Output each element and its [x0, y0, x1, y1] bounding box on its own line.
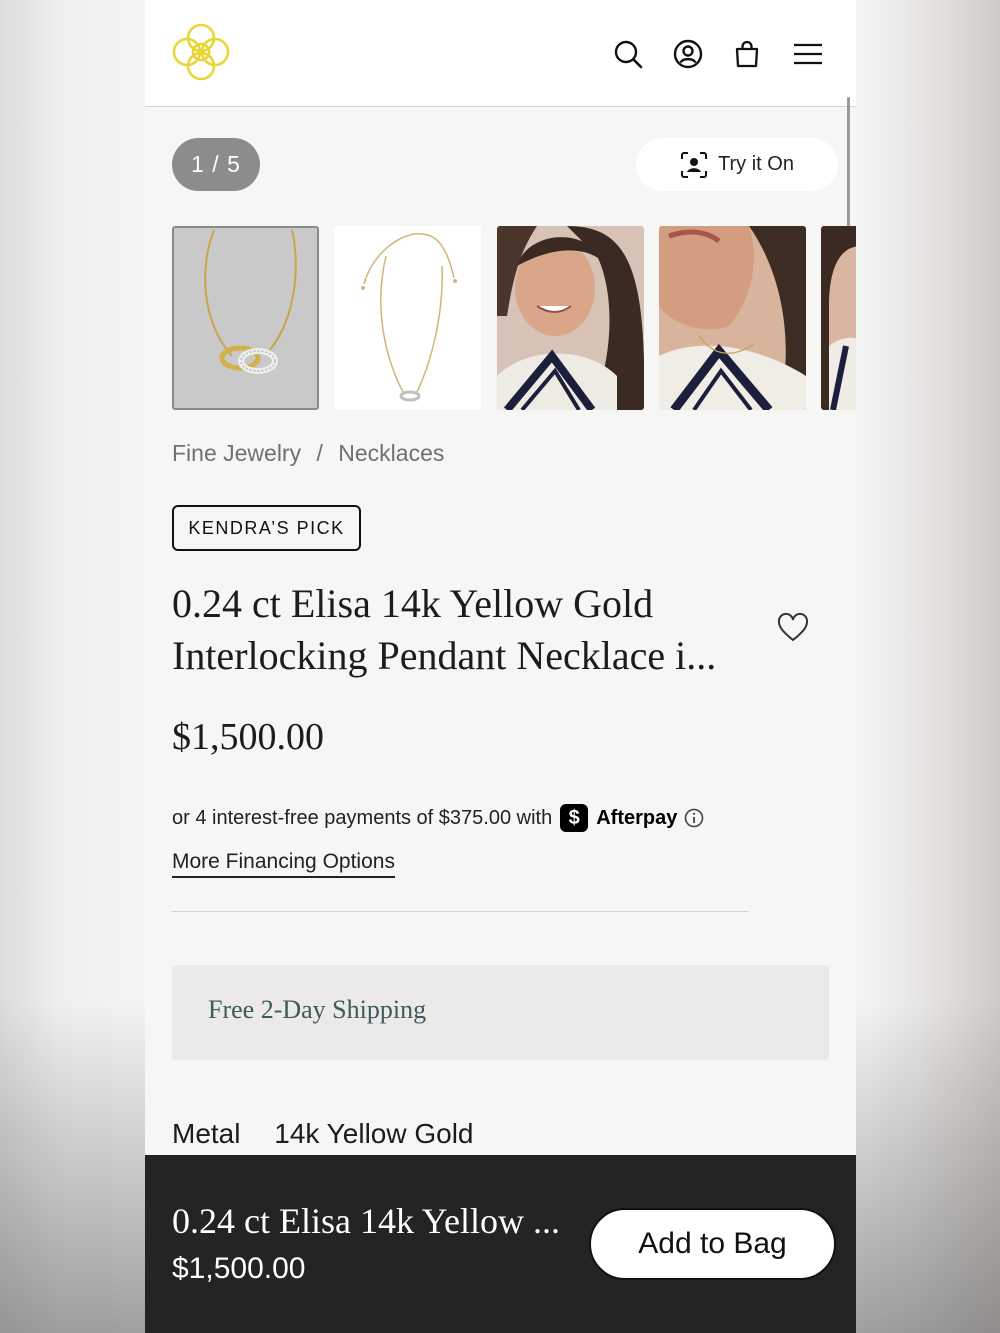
divider	[172, 911, 748, 912]
logo[interactable]	[171, 22, 231, 82]
afterpay-logo-icon: $	[560, 804, 589, 832]
necklace-full-image	[334, 226, 481, 410]
product-title-line-2: Interlocking Pendant Necklace i...	[172, 633, 717, 678]
mobile-viewport: 1 / 5 Try it On Fine Jewelry / Necklaces…	[145, 0, 856, 1333]
model-partial-image	[821, 226, 856, 410]
breadcrumb-item-necklaces[interactable]: Necklaces	[338, 440, 444, 466]
thumbnail-model-3[interactable]	[821, 226, 856, 410]
thumbnail-model-1[interactable]	[497, 226, 644, 410]
bag-icon[interactable]	[731, 38, 763, 70]
wishlist-heart-icon[interactable]	[777, 612, 809, 644]
thumbnail-strip	[172, 226, 856, 410]
add-to-bag-button[interactable]: Add to Bag	[589, 1208, 836, 1280]
thumbnail-necklace-grey[interactable]	[172, 226, 319, 410]
sticky-product-price: $1,500.00	[172, 1252, 306, 1285]
kendras-pick-badge: KENDRA’S PICK	[172, 505, 361, 551]
afterpay-brand: Afterpay	[596, 806, 678, 829]
thumbnail-necklace-white[interactable]	[334, 226, 481, 410]
breadcrumb-item-fine-jewelry[interactable]: Fine Jewelry	[172, 440, 301, 466]
menu-icon[interactable]	[791, 38, 825, 70]
metal-option: Metal 14k Yellow Gold	[172, 1118, 474, 1150]
image-counter: 1 / 5	[172, 138, 260, 191]
metal-label: Metal	[172, 1118, 241, 1149]
search-icon[interactable]	[612, 38, 644, 70]
metal-value: 14k Yellow Gold	[274, 1118, 474, 1149]
afterpay-text: or 4 interest-free payments of $375.00 w…	[172, 806, 553, 829]
model-closeup-image	[659, 226, 806, 410]
sticky-product-title: 0.24 ct Elisa 14k Yellow ...	[172, 1201, 561, 1241]
more-financing-link[interactable]: More Financing Options	[172, 850, 395, 878]
breadcrumb-separator: /	[316, 440, 323, 466]
try-it-on-button[interactable]: Try it On	[636, 138, 838, 191]
product-price: $1,500.00	[172, 716, 324, 758]
account-icon[interactable]	[672, 38, 704, 70]
product-title-line-1: 0.24 ct Elisa 14k Yellow Gold	[172, 581, 654, 626]
sticky-add-to-bag-bar: 0.24 ct Elisa 14k Yellow ... $1,500.00 A…	[145, 1155, 856, 1333]
shipping-banner: Free 2-Day Shipping	[172, 965, 829, 1060]
scrollbar[interactable]	[847, 97, 850, 237]
product-title: 0.24 ct Elisa 14k Yellow Gold Interlocki…	[172, 578, 742, 682]
necklace-image	[174, 228, 317, 408]
info-icon[interactable]	[684, 808, 704, 828]
breadcrumb: Fine Jewelry / Necklaces	[172, 440, 444, 467]
shipping-text: Free 2-Day Shipping	[208, 995, 427, 1024]
site-header	[145, 0, 856, 107]
face-scan-icon	[681, 151, 708, 178]
afterpay-message: or 4 interest-free payments of $375.00 w…	[172, 804, 704, 832]
model-image	[497, 226, 644, 410]
thumbnail-model-2[interactable]	[659, 226, 806, 410]
try-it-on-label: Try it On	[718, 153, 794, 175]
